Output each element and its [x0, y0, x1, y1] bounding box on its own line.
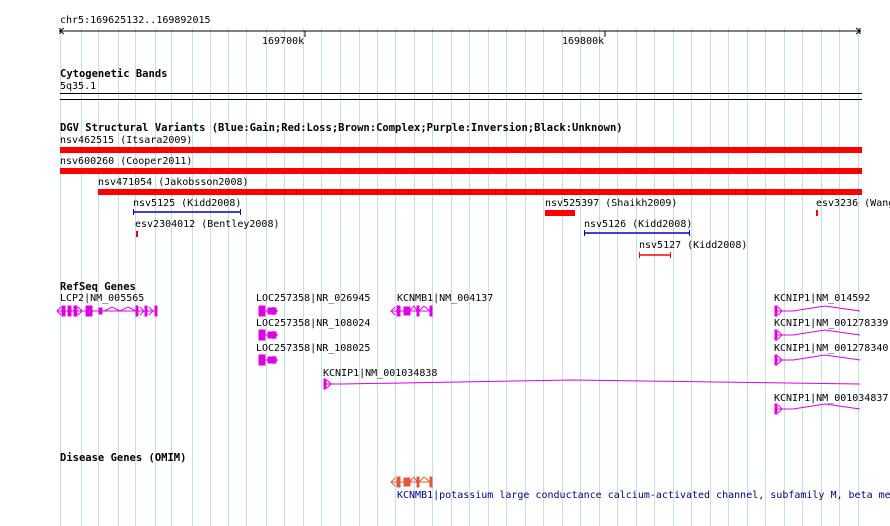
variant-gain-bar[interactable]	[133, 208, 243, 216]
ruler-tick-label: 169800k	[562, 36, 605, 47]
variant-loss-bar[interactable]	[60, 147, 862, 153]
gene-model-icon[interactable]	[390, 303, 435, 317]
omim-track-title: Disease Genes (OMIM)	[60, 452, 187, 464]
variant-loss-bar[interactable]	[60, 168, 862, 174]
gene-model-icon[interactable]	[773, 328, 863, 342]
gene-model-icon[interactable]	[773, 353, 863, 367]
gene-model-icon[interactable]	[322, 377, 867, 391]
ruler-tick-label: 169700k	[262, 36, 305, 47]
variant-loss-bar[interactable]	[639, 251, 679, 259]
variant-loss-bar[interactable]	[816, 210, 818, 216]
variant-label: nsv525397 (Shaikh2009)	[545, 198, 678, 209]
variant-label: nsv462515 (Itsara2009)	[60, 135, 193, 146]
variant-gain-bar[interactable]	[584, 229, 694, 237]
cytoband-outline-bottom[interactable]	[60, 99, 862, 100]
variant-loss-bar[interactable]	[136, 231, 138, 237]
cytoband-label: 5q35.1	[60, 81, 97, 92]
gene-model-icon[interactable]	[56, 303, 166, 317]
dgv-track-title: DGV Structural Variants (Blue:Gain;Red:L…	[60, 122, 623, 134]
genome-browser-view: chr5:169625132..169892015 169700k 169800…	[0, 0, 890, 526]
omim-description-link[interactable]: KCNMB1|potassium large conductance calci…	[397, 490, 890, 502]
gene-model-icon[interactable]	[256, 328, 286, 342]
gene-model-icon[interactable]	[256, 353, 286, 367]
variant-loss-bar[interactable]	[545, 210, 575, 216]
ruler-axis[interactable]	[0, 0, 890, 50]
gene-model-icon[interactable]	[256, 303, 286, 317]
gene-model-icon[interactable]	[773, 402, 863, 416]
variant-label: esv3236 (Wang	[816, 198, 890, 209]
cytoband-outline-top	[60, 93, 862, 94]
variant-label: nsv600260 (Cooper2011)	[60, 156, 193, 167]
omim-gene-model-icon[interactable]	[390, 475, 435, 489]
variant-label: nsv471054 (Jakobsson2008)	[98, 177, 249, 188]
gene-model-icon[interactable]	[773, 303, 863, 317]
cytoband-track-title: Cytogenetic Bands	[60, 68, 168, 80]
variant-loss-bar[interactable]	[98, 189, 862, 195]
variant-label: esv2304012 (Bentley2008)	[135, 219, 280, 230]
refseq-track-title: RefSeq Genes	[60, 281, 136, 293]
